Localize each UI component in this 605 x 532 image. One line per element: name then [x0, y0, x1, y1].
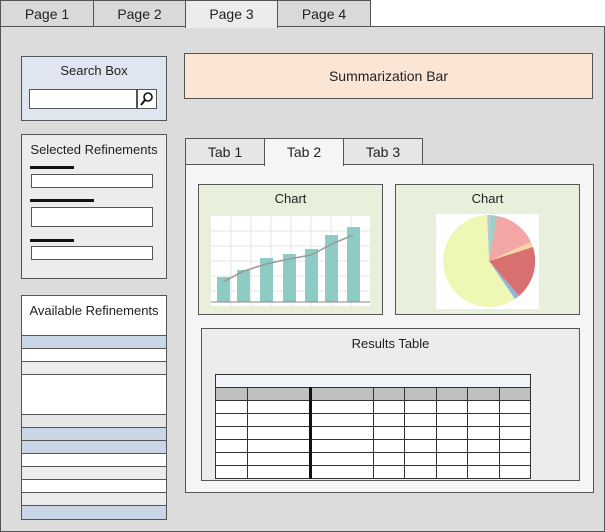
table-title-row	[215, 374, 531, 388]
chart-title: Chart	[274, 191, 307, 206]
search-button[interactable]	[137, 89, 157, 109]
tab-2[interactable]: Tab 2	[264, 138, 344, 166]
results-table	[215, 374, 531, 479]
selected-refinements-panel: Selected Refinements	[21, 134, 167, 279]
table-row[interactable]	[215, 439, 531, 453]
tab-page-3[interactable]: Page 3	[185, 0, 278, 28]
list-item[interactable]	[22, 348, 166, 361]
selected-refinements-title: Selected Refinements	[30, 142, 158, 157]
table-row[interactable]	[215, 400, 531, 414]
search-input[interactable]	[29, 89, 137, 109]
pie-chart-thumbnail	[436, 214, 539, 309]
available-refinements-panel: Available Refinements	[21, 295, 167, 520]
chart-title: Chart	[471, 191, 504, 206]
magnifier-icon	[140, 92, 153, 106]
table-row[interactable]	[215, 452, 531, 466]
tab-page-4[interactable]: Page 4	[277, 0, 371, 27]
search-box-title: Search Box	[60, 63, 128, 78]
results-table-title: Results Table	[351, 336, 430, 351]
table-header-row	[215, 387, 531, 401]
summarization-bar: Summarization Bar	[184, 53, 593, 99]
bar-chart-thumbnail	[211, 216, 370, 306]
refinement-field[interactable]	[31, 174, 153, 188]
refinement-label-bar	[30, 199, 94, 202]
bar-chart-card: Chart	[198, 184, 383, 315]
list-item[interactable]	[22, 466, 166, 479]
refinement-field[interactable]	[31, 207, 153, 227]
refinement-label-bar	[30, 239, 74, 242]
tab-3[interactable]: Tab 3	[343, 138, 423, 165]
list-item[interactable]	[22, 335, 166, 348]
list-item[interactable]	[22, 453, 166, 466]
list-item[interactable]	[22, 374, 166, 414]
list-item[interactable]	[22, 440, 166, 453]
list-item[interactable]	[22, 492, 166, 505]
table-row[interactable]	[215, 465, 531, 479]
list-item[interactable]	[22, 414, 166, 427]
tab-page-2[interactable]: Page 2	[93, 0, 186, 27]
tab-1[interactable]: Tab 1	[185, 138, 265, 165]
table-row[interactable]	[215, 426, 531, 440]
list-item[interactable]	[22, 361, 166, 374]
pie-chart-card: Chart	[395, 184, 580, 315]
list-item[interactable]	[22, 479, 166, 492]
tab-page-1[interactable]: Page 1	[0, 0, 94, 27]
list-item[interactable]	[22, 427, 166, 440]
available-refinements-title: Available Refinements	[29, 303, 159, 318]
refinement-label-bar	[30, 166, 74, 169]
table-row[interactable]	[215, 413, 531, 427]
list-item[interactable]	[22, 505, 166, 519]
refinement-field[interactable]	[31, 246, 153, 260]
